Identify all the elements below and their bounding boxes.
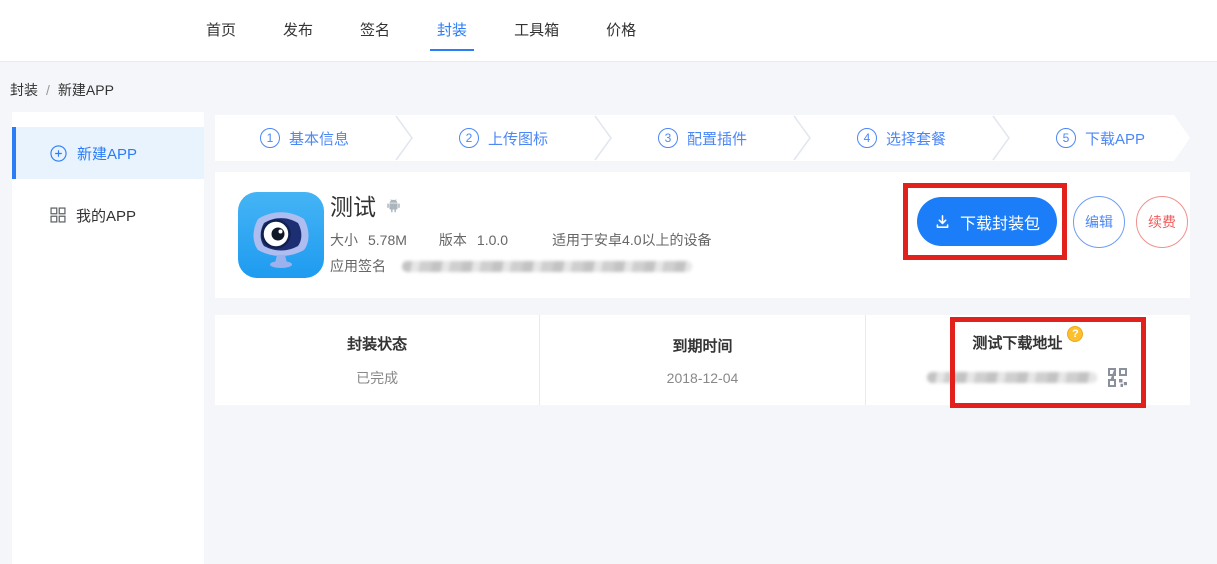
step-number: 4 (857, 128, 877, 148)
help-icon[interactable]: ? (1067, 326, 1083, 342)
app-info-card: 测试 大小 5.78M 版本 1.0.0 适用于安卓4.0以上的设备 应用签名 (215, 172, 1190, 298)
signature-redacted-value (402, 261, 692, 272)
chevron-right-icon (394, 115, 414, 161)
step-label: 下载APP (1085, 128, 1145, 149)
status-col-test-download-url: 测试下载地址 ? (865, 315, 1190, 405)
download-package-button[interactable]: 下载封装包 (917, 197, 1057, 246)
chevron-right-icon (991, 115, 1011, 161)
step-number: 1 (260, 128, 280, 148)
step-choose-plan: 4 选择套餐 (812, 128, 991, 149)
sidebar-item-label: 新建APP (77, 143, 137, 164)
nav-item-publish[interactable]: 发布 (283, 0, 313, 62)
sidebar: 新建APP 我的APP (12, 112, 204, 564)
top-nav-bar: 首页 发布 签名 封装 工具箱 价格 (0, 0, 1217, 62)
app-icon (238, 192, 324, 278)
compatibility-text: 适用于安卓4.0以上的设备 (552, 230, 711, 250)
plus-circle-icon (50, 145, 67, 162)
download-url-row (927, 367, 1128, 388)
nav-item-sign[interactable]: 签名 (360, 0, 390, 62)
wizard-steps-bar: 1 基本信息 2 上传图标 3 配置插件 4 选择套餐 5 下载APP (215, 115, 1190, 161)
nav-item-package[interactable]: 封装 (437, 0, 467, 62)
chevron-right-icon (593, 115, 613, 161)
nav-item-toolbox[interactable]: 工具箱 (514, 0, 559, 62)
step-configure-plugins: 3 配置插件 (613, 128, 792, 149)
step-upload-icon: 2 上传图标 (414, 128, 593, 149)
sidebar-item-my-app[interactable]: 我的APP (12, 189, 204, 241)
sidebar-item-label: 我的APP (76, 205, 136, 226)
status-value: 已完成 (356, 368, 398, 388)
step-label: 上传图标 (488, 128, 548, 149)
status-value: 2018-12-04 (667, 370, 739, 386)
qr-code-icon[interactable] (1107, 367, 1128, 388)
step-number: 2 (459, 128, 479, 148)
app-title-row: 测试 (330, 188, 402, 222)
breadcrumb-section[interactable]: 封装 (10, 80, 38, 100)
breadcrumb-separator: / (46, 82, 50, 98)
breadcrumb: 封装 / 新建APP (10, 80, 114, 100)
status-header: 封装状态 (347, 333, 407, 354)
status-col-expiry-date: 到期时间 2018-12-04 (539, 315, 864, 405)
signature-label: 应用签名 (330, 256, 386, 276)
step-label: 基本信息 (289, 128, 349, 149)
status-header-row: 测试下载地址 ? (972, 332, 1083, 353)
version-label: 版本 (439, 230, 467, 250)
app-meta-row: 大小 5.78M 版本 1.0.0 适用于安卓4.0以上的设备 (330, 230, 712, 250)
status-header: 到期时间 (672, 335, 732, 356)
nav-item-price[interactable]: 价格 (606, 0, 636, 62)
status-card: 封装状态 已完成 到期时间 2018-12-04 测试下载地址 ? (215, 315, 1190, 405)
download-button-label: 下载封装包 (960, 210, 1040, 234)
sidebar-item-new-app[interactable]: 新建APP (12, 127, 204, 179)
step-number: 5 (1056, 128, 1076, 148)
version-value: 1.0.0 (477, 232, 508, 248)
nav-item-home[interactable]: 首页 (206, 0, 236, 62)
url-redacted-value (927, 372, 1097, 383)
grid-icon (50, 207, 66, 223)
app-name: 测试 (330, 188, 376, 222)
main-nav: 首页 发布 签名 封装 工具箱 价格 (206, 0, 636, 62)
chevron-right-icon (792, 115, 812, 161)
app-packaging-page: 首页 发布 签名 封装 工具箱 价格 封装 / 新建APP 新建APP 我的AP… (0, 0, 1217, 564)
step-label: 选择套餐 (886, 128, 946, 149)
app-signature-row: 应用签名 (330, 256, 692, 276)
download-icon (934, 213, 951, 230)
edit-button[interactable]: 编辑 (1073, 196, 1125, 248)
step-label: 配置插件 (687, 128, 747, 149)
size-value: 5.78M (368, 232, 407, 248)
step-number: 3 (658, 128, 678, 148)
step-basic-info: 1 基本信息 (215, 128, 394, 149)
size-label: 大小 (330, 230, 358, 250)
renew-button[interactable]: 续费 (1136, 196, 1188, 248)
step-download-app: 5 下载APP (1011, 128, 1190, 149)
breadcrumb-current: 新建APP (58, 80, 114, 100)
android-icon (385, 197, 402, 214)
status-col-package-status: 封装状态 已完成 (215, 315, 539, 405)
status-header: 测试下载地址 (972, 332, 1062, 353)
